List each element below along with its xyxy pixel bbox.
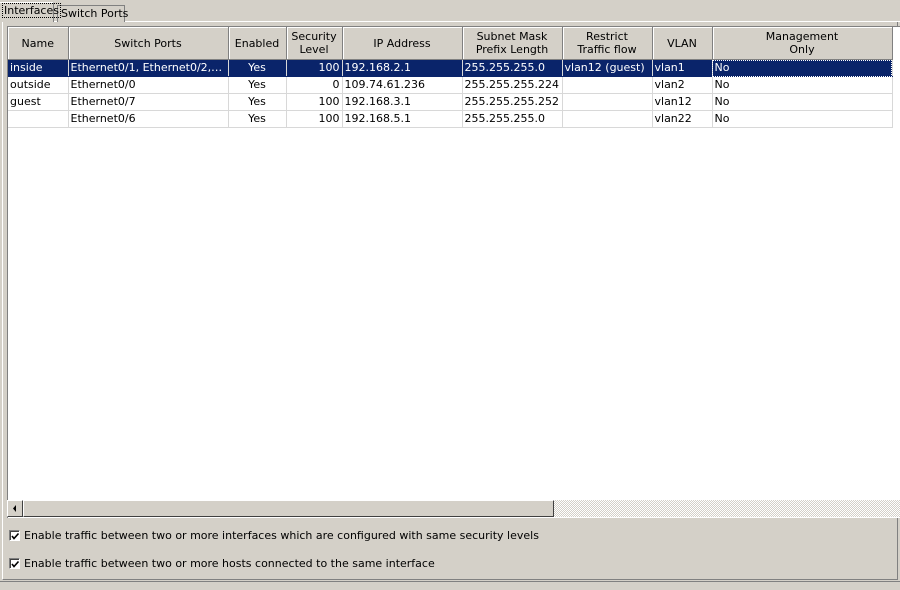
cell-security-level: 100	[286, 59, 343, 77]
cell-switch-ports: Ethernet0/0	[68, 76, 229, 94]
scroll-thumb[interactable]	[23, 500, 554, 517]
column-header-enabled[interactable]: Enabled	[228, 27, 287, 60]
table-row[interactable]: guest Ethernet0/7 Yes 100 192.168.3.1 25…	[8, 93, 893, 111]
column-header-management-only[interactable]: Management Only	[712, 27, 893, 60]
same-security-label: Enable traffic between two or more inter…	[24, 528, 539, 542]
same-interface-checkbox[interactable]	[9, 557, 20, 569]
tab-interfaces[interactable]: Interfaces	[0, 2, 61, 22]
cell-management-only: No	[712, 59, 893, 77]
column-header-name[interactable]: Name	[8, 27, 69, 60]
column-header-ip-address[interactable]: IP Address	[342, 27, 463, 60]
cell-restrict-traffic	[562, 110, 653, 128]
cell-vlan: vlan1	[652, 59, 713, 77]
cell-subnet-mask: 255.255.255.0	[462, 59, 563, 77]
cell-name: outside	[8, 76, 69, 94]
cell-management-only: No	[712, 76, 893, 94]
cell-vlan: vlan22	[652, 110, 713, 128]
column-header-subnet-mask[interactable]: Subnet Mask Prefix Length	[462, 27, 563, 60]
cell-restrict-traffic	[562, 76, 653, 94]
column-header-security-level[interactable]: Security Level	[286, 27, 343, 60]
cell-management-only: No	[712, 93, 893, 111]
tab-switch-ports[interactable]: Switch Ports	[57, 5, 129, 22]
horizontal-scrollbar[interactable]	[7, 500, 900, 517]
cell-enabled: Yes	[228, 76, 287, 94]
tab-bar: Interfaces Switch Ports	[0, 0, 900, 22]
cell-name: inside	[8, 59, 69, 77]
cell-restrict-traffic: vlan12 (guest)	[562, 59, 653, 77]
cell-management-only: No	[712, 110, 893, 128]
cell-subnet-mask: 255.255.255.224	[462, 76, 563, 94]
cell-vlan: vlan12	[652, 93, 713, 111]
interfaces-table[interactable]: Name Switch Ports Enabled Security Level…	[7, 26, 900, 518]
cell-switch-ports: Ethernet0/1, Ethernet0/2, Et...	[68, 59, 229, 77]
tab-switch-ports-label: Switch Ports	[61, 7, 129, 20]
cell-name	[8, 110, 69, 128]
cell-ip-address: 192.168.2.1	[342, 59, 463, 77]
cell-subnet-mask: 255.255.255.0	[462, 110, 563, 128]
cell-ip-address: 192.168.5.1	[342, 110, 463, 128]
cell-ip-address: 109.74.61.236	[342, 76, 463, 94]
cell-switch-ports: Ethernet0/7	[68, 93, 229, 111]
arrow-left-icon	[13, 505, 16, 512]
table-row[interactable]: Ethernet0/6 Yes 100 192.168.5.1 255.255.…	[8, 110, 893, 128]
checkmark-icon	[11, 560, 20, 568]
cell-enabled: Yes	[228, 93, 287, 111]
table-header-row: Name Switch Ports Enabled Security Level…	[8, 27, 893, 60]
cell-subnet-mask: 255.255.255.252	[462, 93, 563, 111]
cell-security-level: 100	[286, 93, 343, 111]
cell-name: guest	[8, 93, 69, 111]
table-row[interactable]: outside Ethernet0/0 Yes 0 109.74.61.236 …	[8, 76, 893, 94]
same-interface-traffic-option[interactable]: Enable traffic between two or more hosts…	[9, 556, 435, 570]
checkmark-icon	[11, 532, 20, 540]
cell-vlan: vlan2	[652, 76, 713, 94]
cell-security-level: 0	[286, 76, 343, 94]
table-row[interactable]: inside Ethernet0/1, Ethernet0/2, Et... Y…	[8, 59, 893, 77]
cell-enabled: Yes	[228, 59, 287, 77]
column-header-vlan[interactable]: VLAN	[652, 27, 713, 60]
same-interface-label: Enable traffic between two or more hosts…	[24, 556, 435, 570]
cell-security-level: 100	[286, 110, 343, 128]
tab-interfaces-label: Interfaces	[2, 3, 61, 18]
scroll-left-button[interactable]	[7, 500, 23, 517]
same-security-traffic-option[interactable]: Enable traffic between two or more inter…	[9, 528, 539, 542]
column-header-switch-ports[interactable]: Switch Ports	[68, 27, 229, 60]
cell-restrict-traffic	[562, 93, 653, 111]
cell-ip-address: 192.168.3.1	[342, 93, 463, 111]
same-security-checkbox[interactable]	[9, 529, 20, 541]
cell-enabled: Yes	[228, 110, 287, 128]
cell-switch-ports: Ethernet0/6	[68, 110, 229, 128]
column-header-restrict-traffic[interactable]: Restrict Traffic flow	[562, 27, 653, 60]
